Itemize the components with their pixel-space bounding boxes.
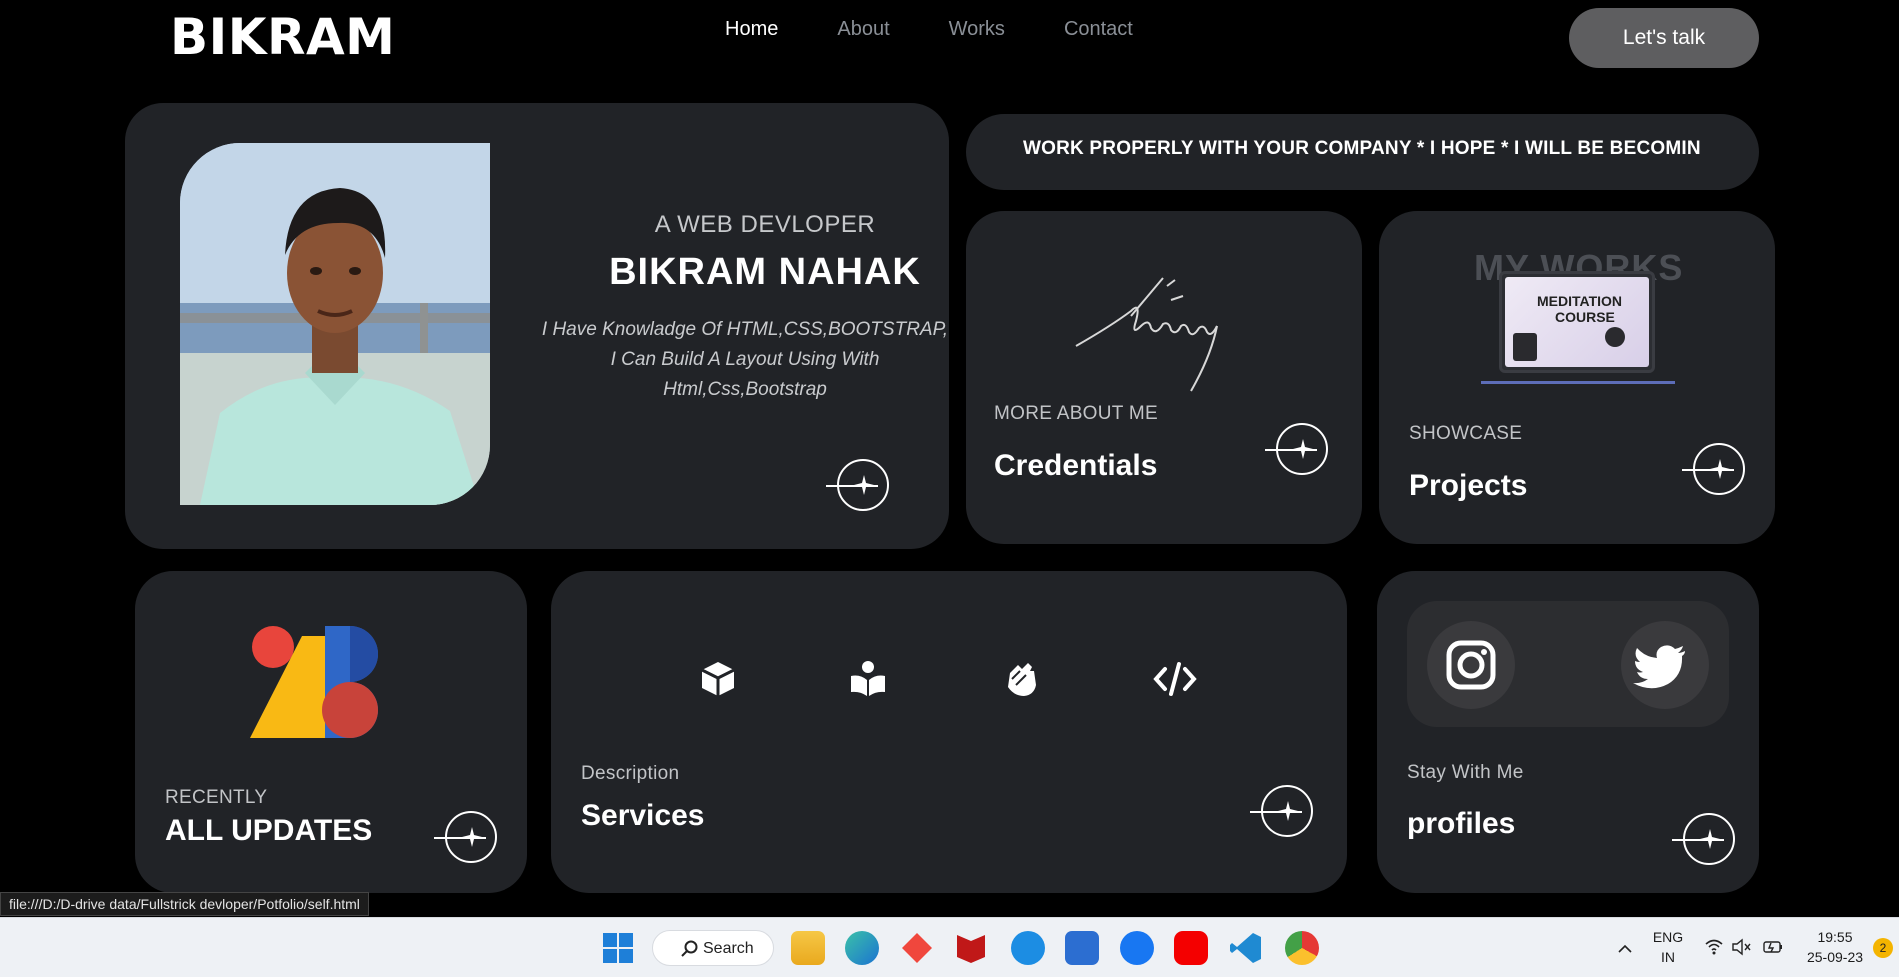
lang-line-2[interactable]: IN [1650,948,1686,966]
credentials-card[interactable]: MORE ABOUT ME Credentials [966,211,1362,544]
updates-label: RECENTLY [165,787,268,808]
nav-works-link[interactable]: Works [949,18,1005,41]
sparkle-icon [1700,829,1720,849]
laptop-screen: MEDITATION COURSE [1505,277,1649,367]
credentials-arrow-button[interactable] [1265,423,1328,475]
updates-arrow-button[interactable] [434,811,497,863]
portrait-image [180,143,490,505]
twitter-icon [1633,645,1685,689]
services-card[interactable]: Description Services [551,571,1347,893]
profile-arrow-button[interactable] [826,459,889,511]
profiles-title: profiles [1407,807,1516,840]
marquee-banner: WORK PROPERLY WITH YOUR COMPANY * I HOPE… [966,114,1759,190]
main-nav: Home About Works Contact [725,18,1192,41]
edge-icon[interactable] [845,931,879,965]
sparkle-icon [462,827,482,847]
updates-card[interactable]: RECENTLY ALL UPDATES [135,571,527,893]
screen-image-1 [1513,333,1537,361]
updates-title: ALL UPDATES [165,814,373,847]
projects-label: SHOWCASE [1409,423,1523,444]
twitter-link[interactable] [1621,621,1709,709]
vscode-icon[interactable] [1229,931,1263,965]
nav-about-link[interactable]: About [837,18,889,41]
app-diamond-icon[interactable] [900,931,934,965]
search-icon [681,940,698,957]
projects-card[interactable]: MY WORKS MEDITATION COURSE SHOWCASE Proj… [1379,211,1775,544]
profiles-arrow-button[interactable] [1672,813,1735,865]
profiles-label: Stay With Me [1407,762,1524,783]
youtube-icon[interactable] [1174,931,1208,965]
services-title: Services [581,799,705,832]
chevron-up-icon[interactable] [1617,941,1633,957]
services-arrow-button[interactable] [1250,785,1313,837]
screen-image-2 [1605,327,1625,347]
profile-photo [180,143,490,505]
sparkle-icon [854,475,874,495]
battery-charging-icon[interactable] [1762,938,1784,956]
social-links-box [1407,601,1729,727]
profile-card: A WEB DEVLOPER BIKRAM NAHAK I Have Knowl… [125,103,949,549]
file-explorer-icon[interactable] [791,931,825,965]
nav-home-link[interactable]: Home [725,18,778,41]
windows-start-icon[interactable] [601,931,635,965]
updates-logo-icon [250,626,378,738]
sparkle-icon [1293,439,1313,459]
status-bar-url: file:///D:/D-drive data/Fullstrick devlo… [0,892,369,916]
signature-image [1075,277,1218,392]
volume-muted-icon[interactable] [1731,938,1751,956]
projects-arrow-button[interactable] [1682,443,1745,495]
nav-contact-link[interactable]: Contact [1064,18,1133,41]
taskbar-date[interactable]: 25-09-23 [1800,948,1870,966]
screen-heading-line-2: COURSE [1555,309,1615,325]
laptop-base [1481,381,1675,384]
cube-icon [701,662,735,696]
wifi-icon[interactable] [1704,938,1724,956]
laptop-mockup: MEDITATION COURSE [1499,271,1655,373]
profiles-card[interactable]: Stay With Me profiles [1377,571,1759,893]
services-label: Description [581,763,680,784]
chrome-icon[interactable] [1285,931,1319,965]
lang-line-1[interactable]: ENG [1650,928,1686,946]
instagram-link[interactable] [1427,621,1515,709]
help-icon[interactable] [1011,931,1045,965]
book-reader-icon [851,661,885,696]
sparkle-icon [1710,459,1730,479]
credentials-title: Credentials [994,449,1158,482]
projects-title: Projects [1409,469,1528,502]
site-logo[interactable]: BIKRAM [170,8,395,66]
taskbar-search-label: Search [703,940,754,957]
instagram-icon [1446,640,1496,690]
credentials-label: MORE ABOUT ME [994,403,1159,424]
mcafee-icon[interactable] [954,931,988,965]
taskbar-search[interactable]: Search [652,930,774,966]
lets-talk-button[interactable]: Let's talk [1569,8,1759,68]
role-subtitle: A WEB DEVLOPER [654,211,876,238]
store-icon[interactable] [1065,931,1099,965]
notification-badge[interactable]: 2 [1873,938,1893,958]
marquee-text: WORK PROPERLY WITH YOUR COMPANY * I HOPE… [1023,138,1701,159]
taskbar-clock[interactable]: 19:55 [1800,928,1870,946]
profile-name: BIKRAM NAHAK [609,251,921,293]
profile-bio: I Have Knowladge Of HTML,CSS,BOOTSTRAP, … [541,319,949,400]
code-icon [1153,662,1197,696]
facebook-icon[interactable] [1120,931,1154,965]
hands-clapping-icon [1008,663,1036,696]
screen-heading-line-1: MEDITATION [1537,293,1623,309]
sparkle-icon [1278,801,1298,821]
windows-taskbar: Search ENG IN 19:55 25-09-23 2 [0,917,1899,977]
